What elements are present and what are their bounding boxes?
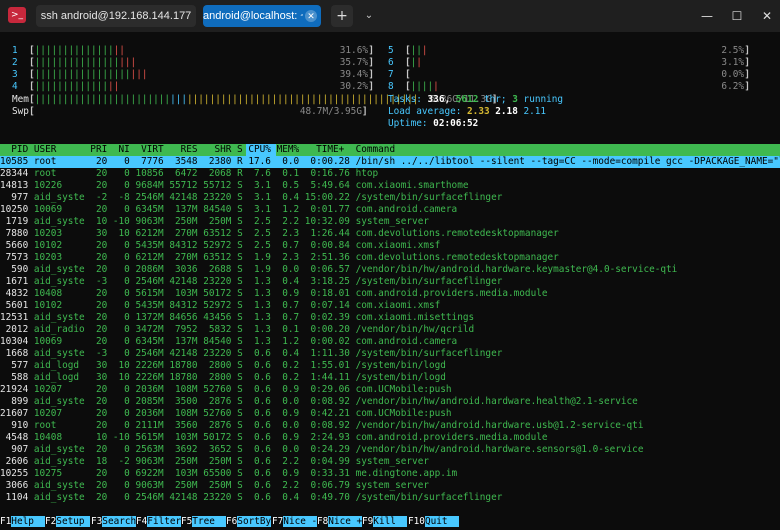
cpu-bar: || xyxy=(410,57,422,68)
process-row[interactable]: 14813 10226 20 0 9684M 55712 55712 S 3.1… xyxy=(0,180,469,192)
process-row[interactable]: 977 aid_syste -2 -8 2546M 42148 23220 S … xyxy=(0,192,502,204)
cpu-meter-1: 1 [|||||||||||||||| 31.6%] xyxy=(12,45,374,56)
cpu-id: 4 xyxy=(12,81,29,92)
process-row[interactable]: 10304 10069 20 0 6345M 137M 84540 S 1.3 … xyxy=(0,336,457,348)
cpu-percent: 6.2% xyxy=(721,81,744,92)
cpu-bar: ||||||||||||||| xyxy=(34,81,120,92)
cpu-bar: ||| xyxy=(410,45,428,56)
cpu-meter-2: 2 [|||||||||||||||||| 35.7%] xyxy=(12,57,374,68)
fkey-f2[interactable]: F2Setup xyxy=(45,516,91,528)
cpu-percent: 2.5% xyxy=(721,45,744,56)
cpu-bar: |||||||||||||||||||| xyxy=(34,69,148,80)
process-row-selected[interactable]: 10585 root 20 0 7776 3548 2380 R 17.6 0.… xyxy=(0,156,780,168)
process-row[interactable]: 588 aid_logd 30 10 2226M 18780 2800 S 0.… xyxy=(0,372,446,384)
function-key-bar: F1Help F2Setup F3Search F4Filter F5Tree F6… xyxy=(0,516,780,528)
process-row[interactable]: 12531 aid_syste 20 0 1372M 84656 43456 S… xyxy=(0,312,474,324)
close-tab-icon[interactable]: ✕ xyxy=(305,10,317,22)
process-row[interactable]: 2012 aid_radio 20 0 3472M 7952 5832 S 1.… xyxy=(0,324,475,336)
process-row[interactable]: 1719 aid_syste 10 -10 9063M 250M 250M S … xyxy=(0,216,429,228)
close-window-button[interactable]: ✕ xyxy=(752,5,780,27)
fkey-f9[interactable]: F9Kill xyxy=(362,516,408,528)
cpu-id: 3 xyxy=(12,69,29,80)
terminal-window: >_ ssh android@192.168.144.177 android@l… xyxy=(0,0,780,530)
cpu-percent: 3.1% xyxy=(721,57,744,68)
process-row[interactable]: 590 aid_syste 20 0 2086M 3036 2688 S 1.9… xyxy=(0,264,677,276)
tasks-summary: Tasks: 336, 5612 thr; 3 running xyxy=(388,94,564,105)
fkey-f3[interactable]: F3Search xyxy=(91,516,137,528)
cpu-bar: ||||| xyxy=(410,81,439,92)
cpu-id: 7 xyxy=(388,69,405,80)
tab-label: android@localhost: ~ xyxy=(203,10,303,22)
process-row[interactable]: 5660 10102 20 0 5435M 84312 52972 S 2.5 … xyxy=(0,240,441,252)
terminal-icon[interactable]: >_ xyxy=(8,7,26,23)
process-row[interactable]: 10255 10275 20 0 6922M 103M 65500 S 0.6 … xyxy=(0,468,457,480)
cpu-meter-3: 3 [|||||||||||||||||||| 39.4%] xyxy=(12,69,374,80)
cpu-bar: |||||||||||||||||| xyxy=(34,57,137,68)
tab-localhost[interactable]: android@localhost: ~ ✕ xyxy=(203,5,321,27)
cpu-meter-8: 8 [||||| 6.2%] xyxy=(388,81,750,92)
uptime: Uptime: 02:06:52 xyxy=(388,118,479,129)
fkey-f1[interactable]: F1Help xyxy=(0,516,46,528)
process-row[interactable]: 5601 10102 20 0 5435M 84312 52972 S 1.3 … xyxy=(0,300,441,312)
load-average: Load average: 2.33 2.18 2.11 xyxy=(388,106,547,117)
cpu-id: 5 xyxy=(388,45,405,56)
process-row[interactable]: 2606 aid_syste 18 -2 9063M 250M 250M S 0… xyxy=(0,456,429,468)
process-row[interactable]: 899 aid_syste 20 0 2085M 3500 2876 S 0.6… xyxy=(0,396,638,408)
process-row[interactable]: 7573 10203 20 0 6212M 270M 63512 S 1.9 2… xyxy=(0,252,559,264)
process-row[interactable]: 21607 10207 20 0 2036M 108M 52760 S 0.6 … xyxy=(0,408,452,420)
cpu-percent: 35.7% xyxy=(339,57,368,68)
fkey-f6[interactable]: F6SortBy xyxy=(226,516,272,528)
fkey-f10[interactable]: F10Quit xyxy=(408,516,459,528)
process-row[interactable]: 907 aid_syste 20 0 2563M 3692 3652 S 0.6… xyxy=(0,444,643,456)
tab-label: ssh android@192.168.144.177 xyxy=(40,10,192,22)
tab-ssh[interactable]: ssh android@192.168.144.177 xyxy=(36,5,196,27)
cpu-meter-7: 7 [0.0%] xyxy=(388,69,750,80)
cpu-percent: 31.6% xyxy=(339,45,368,56)
cpu-id: 8 xyxy=(388,81,405,92)
cpu-id: 2 xyxy=(12,57,29,68)
process-row[interactable]: 910 root 20 0 2111M 3560 2876 S 0.6 0.0 … xyxy=(0,420,643,432)
column-headers[interactable]: PID USER PRI NI VIRT RES SHR S CPU% MEM%… xyxy=(0,144,395,156)
fkey-f4[interactable]: F4Filter xyxy=(136,516,182,528)
swap-meter: Swp[ 48.7M/3.95G] xyxy=(12,106,368,117)
maximize-button[interactable]: ☐ xyxy=(722,5,752,27)
title-bar: >_ ssh android@192.168.144.177 android@l… xyxy=(0,0,780,32)
cpu-meter-5: 5 [||| 2.5%] xyxy=(388,45,750,56)
process-row[interactable]: 4832 10408 20 0 5615M 103M 50172 S 1.3 0… xyxy=(0,288,548,300)
new-tab-button[interactable]: + xyxy=(331,5,353,27)
chevron-down-icon[interactable]: ⌄ xyxy=(362,5,376,27)
process-row[interactable]: 1668 aid_syste -3 0 2546M 42148 23220 S … xyxy=(0,348,503,360)
cpu-id: 1 xyxy=(12,45,29,56)
minimize-button[interactable]: — xyxy=(692,5,722,27)
cpu-meter-6: 6 [|| 3.1%] xyxy=(388,57,750,68)
process-row[interactable]: 3066 aid_syste 20 0 9063M 250M 250M S 0.… xyxy=(0,480,429,492)
cpu-bar: |||||||||||||||| xyxy=(34,45,125,56)
process-row[interactable]: 577 aid_logd 30 10 2226M 18780 2800 S 0.… xyxy=(0,360,446,372)
process-row[interactable]: 10250 10069 20 0 6345M 137M 84540 S 3.1 … xyxy=(0,204,457,216)
cpu-id: 6 xyxy=(388,57,405,68)
fkey-f5[interactable]: F5Tree xyxy=(181,516,227,528)
terminal-content[interactable]: 1 [|||||||||||||||| 31.6%] 2 [||||||||||||… xyxy=(0,32,780,530)
cpu-percent: 39.4% xyxy=(339,69,368,80)
cpu-percent: 30.2% xyxy=(339,81,368,92)
process-row[interactable]: 21924 10207 20 0 2036M 108M 52760 S 0.6 … xyxy=(0,384,452,396)
cpu-percent: 0.0% xyxy=(721,69,744,80)
fkey-f7[interactable]: F7Nice - xyxy=(272,516,318,528)
fkey-f8[interactable]: F8Nice + xyxy=(317,516,363,528)
process-row[interactable]: 7880 10203 30 10 6212M 270M 63512 S 2.5 … xyxy=(0,228,559,240)
cpu-meter-4: 4 [||||||||||||||| 30.2%] xyxy=(12,81,374,92)
process-row[interactable]: 28344 root 20 0 10856 6472 2068 R 7.6 0.… xyxy=(0,168,378,180)
process-row[interactable]: 4548 10408 10 -10 5615M 103M 50172 S 0.6… xyxy=(0,432,548,444)
process-row[interactable]: 1671 aid_syste -3 0 2546M 42148 23220 S … xyxy=(0,276,503,288)
process-row[interactable]: 1104 aid_syste 20 0 2546M 42148 23220 S … xyxy=(0,492,503,504)
